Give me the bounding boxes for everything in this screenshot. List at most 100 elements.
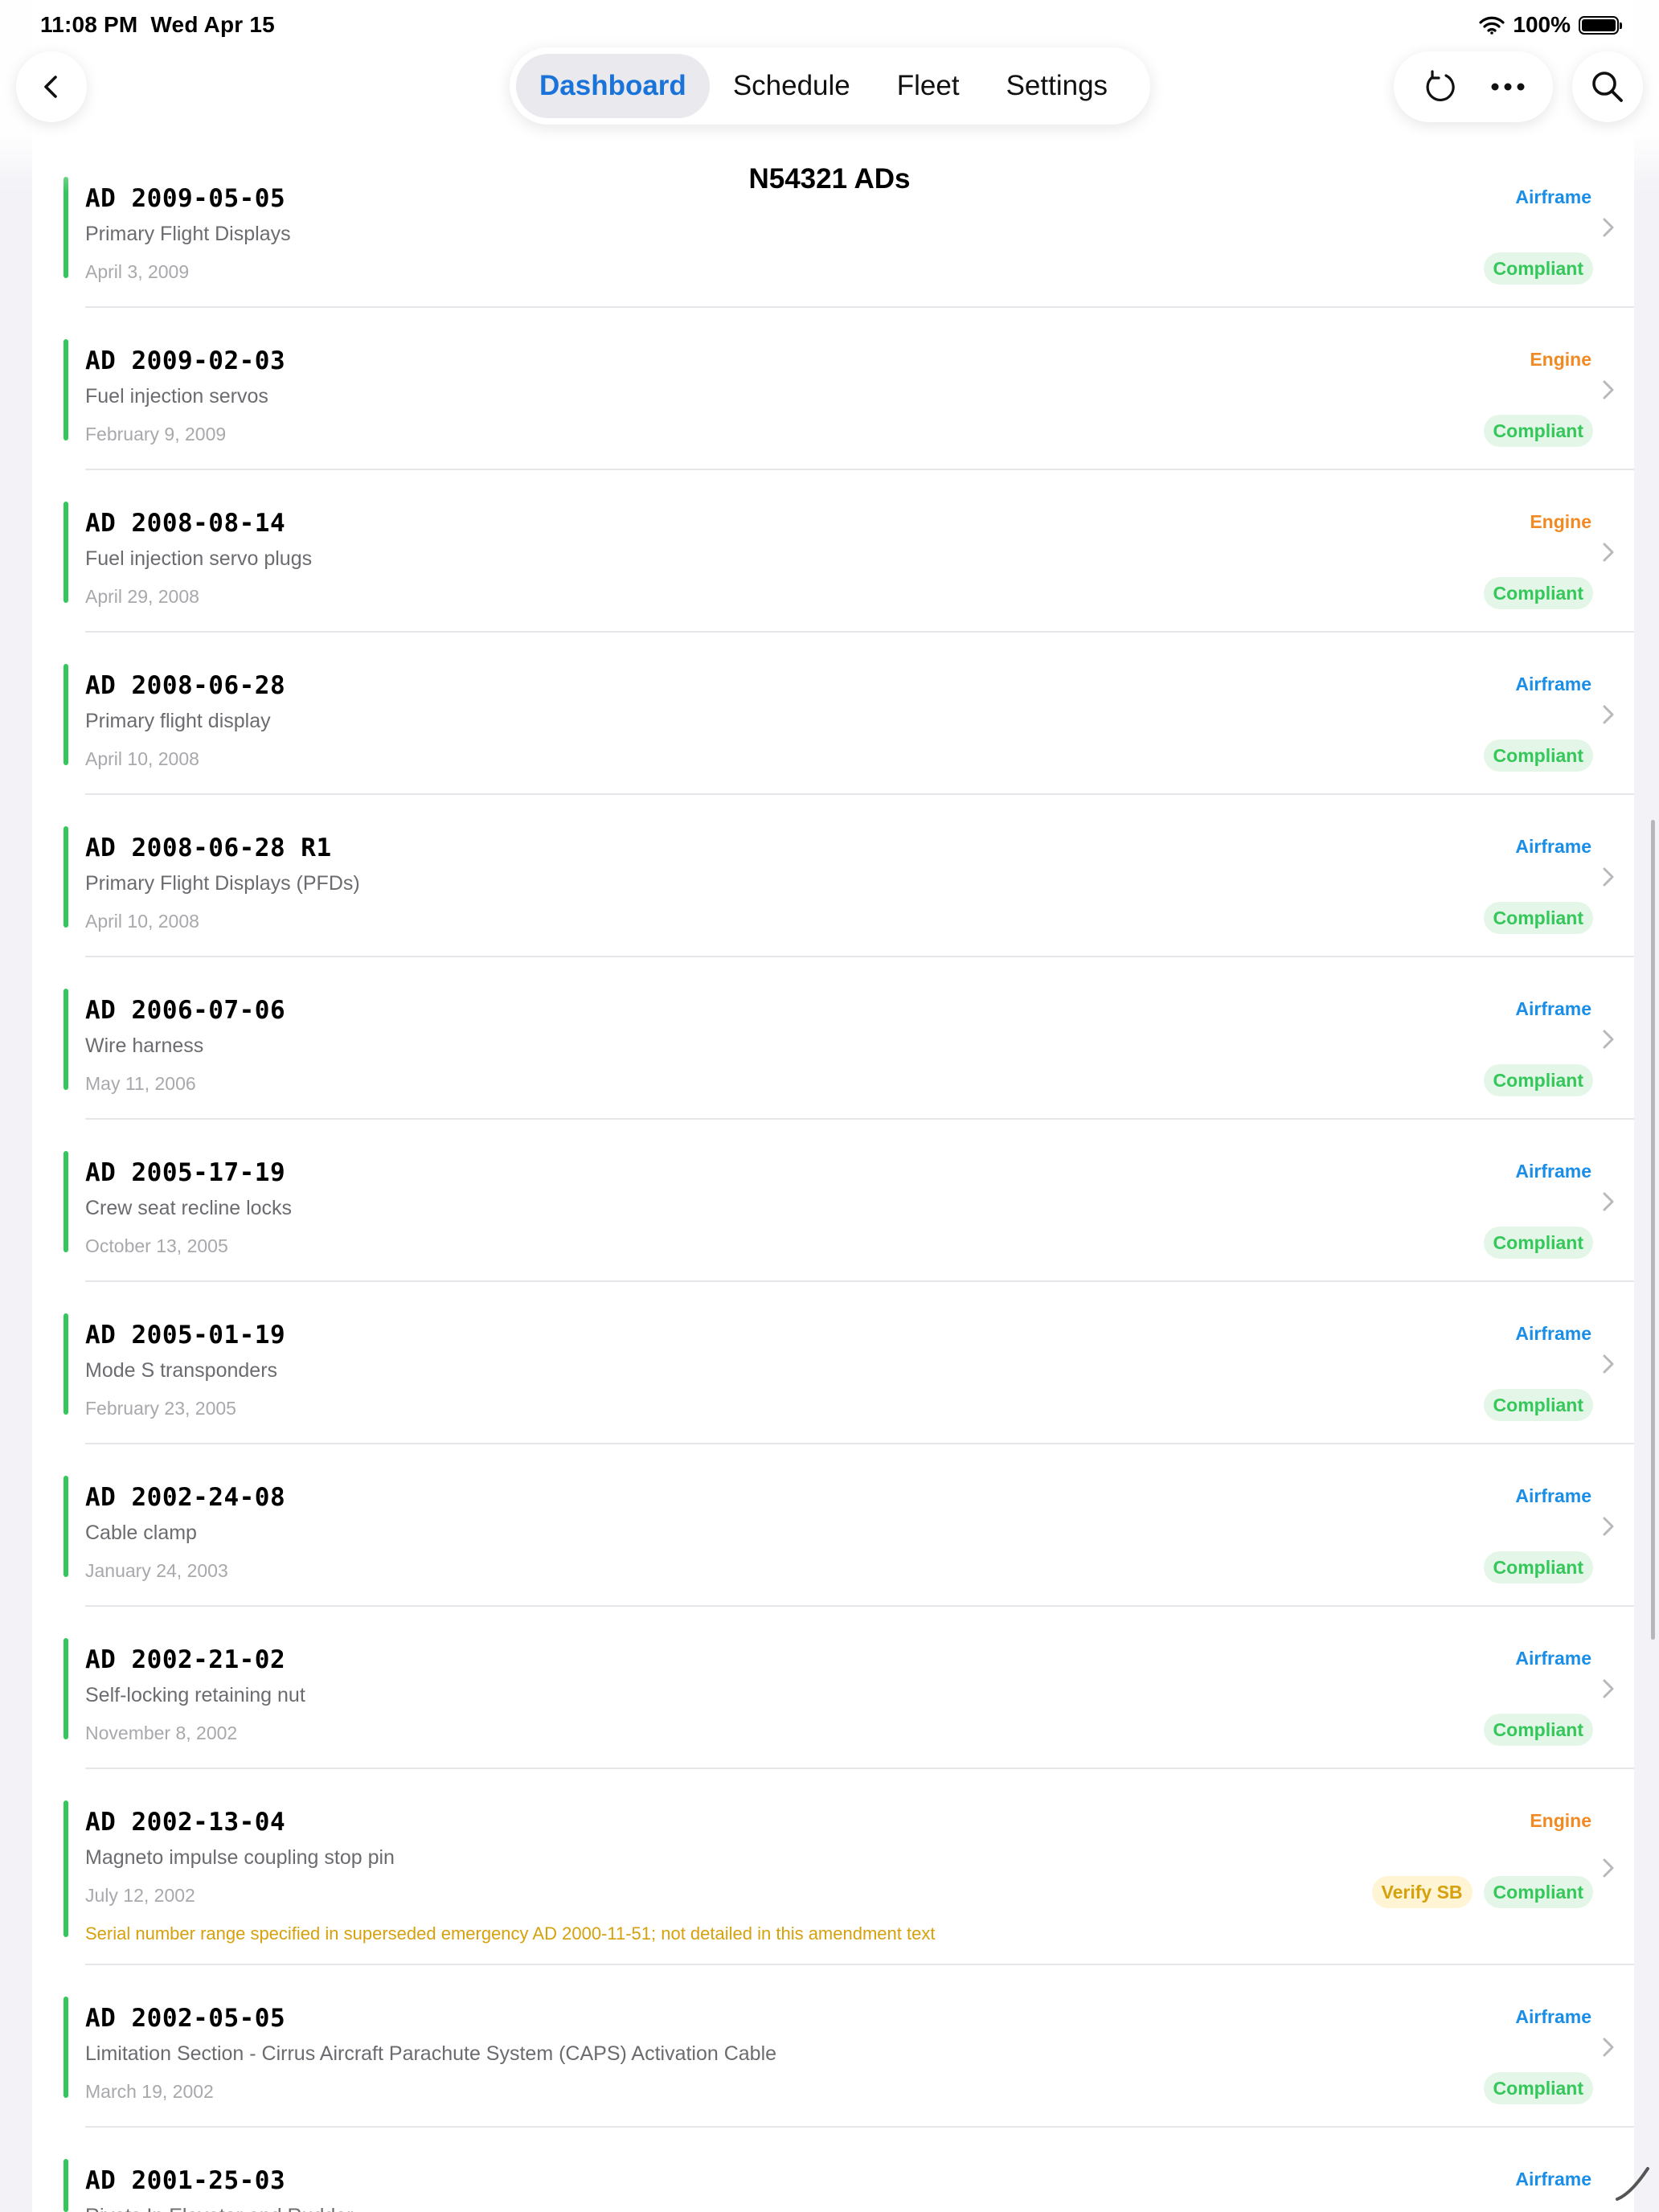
category-label: Engine [1530, 1810, 1591, 1831]
chevron-right-icon [1603, 218, 1614, 237]
more-button[interactable] [1484, 63, 1532, 111]
chevron-right-icon [1603, 1030, 1614, 1049]
compliance-indicator [63, 1151, 68, 1252]
chevron-right-icon [1603, 1679, 1614, 1698]
row-divider [85, 631, 1634, 633]
ad-description: Primary Flight Displays (PFDs) [85, 872, 360, 895]
status-badge: Compliant [1483, 577, 1593, 609]
row-divider [85, 469, 1634, 470]
ad-number: AD 2002-05-05 [85, 2004, 286, 2033]
row-divider [85, 1118, 1634, 1120]
status-badges: Compliant [1483, 2072, 1593, 2104]
battery-percent: 100% [1513, 12, 1571, 37]
ad-number: AD 2001-25-03 [85, 2166, 286, 2195]
tab-dashboard[interactable]: Dashboard [516, 54, 710, 118]
refresh-button[interactable] [1415, 63, 1464, 111]
scrollbar[interactable] [1651, 820, 1655, 1640]
chevron-right-icon [1603, 1858, 1614, 1878]
ad-number: AD 2006-07-06 [85, 996, 286, 1025]
status-badge: Compliant [1483, 252, 1593, 285]
chevron-right-icon [1603, 1354, 1614, 1374]
row-divider [85, 1443, 1634, 1444]
status-right: 100% [1479, 12, 1622, 38]
status-badge: Compliant [1483, 1389, 1593, 1421]
ad-number: AD 2009-02-03 [85, 346, 286, 375]
status-badge: Compliant [1483, 739, 1593, 772]
ad-date: July 12, 2002 [85, 1885, 195, 1906]
ad-number: AD 2005-17-19 [85, 1158, 286, 1187]
status-badge: Compliant [1483, 1227, 1593, 1259]
back-button[interactable] [16, 51, 87, 122]
row-divider [85, 1964, 1634, 1965]
ad-row[interactable]: AD 2008-06-28 Primary flight display Apr… [32, 664, 1634, 772]
compliance-indicator [63, 1313, 68, 1415]
ad-number: AD 2005-01-19 [85, 1321, 286, 1350]
ad-row[interactable]: AD 2008-06-28 R1 Primary Flight Displays… [32, 826, 1634, 934]
ad-description: Fuel injection servos [85, 385, 268, 408]
ad-row[interactable]: AD 2005-01-19 Mode S transponders Februa… [32, 1313, 1634, 1421]
ad-number: AD 2002-21-02 [85, 1645, 286, 1674]
verify-sb-badge: Verify SB [1371, 1876, 1473, 1908]
wifi-icon [1479, 16, 1505, 35]
page-title: N54321 ADs [748, 163, 911, 195]
tab-fleet[interactable]: Fleet [874, 54, 983, 118]
ad-number: AD 2008-06-28 R1 [85, 834, 332, 862]
status-badges: Compliant [1483, 252, 1593, 285]
ad-row[interactable]: AD 2002-13-04 Magneto impulse coupling s… [32, 1800, 1634, 1944]
battery-icon [1579, 15, 1622, 35]
category-label: Airframe [1515, 674, 1591, 694]
ad-number: AD 2008-06-28 [85, 671, 286, 700]
ad-row[interactable]: AD 2008-08-14 Fuel injection servo plugs… [32, 502, 1634, 609]
ad-description: Rivets In Elevator and Rudder [85, 2205, 354, 2212]
row-divider [85, 793, 1634, 795]
pencil-scribble-icon[interactable] [1612, 2164, 1653, 2204]
row-divider [85, 1280, 1634, 1282]
ad-description: Cable clamp [85, 1522, 197, 1544]
status-badge: Compliant [1483, 1714, 1593, 1746]
ad-row[interactable]: AD 2001-25-03 Rivets In Elevator and Rud… [32, 2159, 1634, 2212]
status-badges: Compliant [1483, 1551, 1593, 1583]
ad-description: Crew seat recline locks [85, 1197, 293, 1219]
ad-row[interactable]: AD 2005-17-19 Crew seat recline locks Oc… [32, 1151, 1634, 1259]
ad-number: AD 2002-24-08 [85, 1483, 286, 1512]
compliance-indicator [63, 1638, 68, 1739]
compliance-indicator [63, 1476, 68, 1577]
status-badge: Compliant [1483, 1064, 1593, 1096]
ad-date: May 11, 2006 [85, 1073, 196, 1094]
search-button[interactable] [1572, 51, 1643, 122]
compliance-indicator [63, 664, 68, 765]
ad-date: February 23, 2005 [85, 1398, 236, 1419]
ad-date: March 19, 2002 [85, 2081, 214, 2102]
tab-schedule[interactable]: Schedule [710, 54, 874, 118]
ad-description: Primary Flight Displays [85, 223, 291, 245]
ad-row[interactable]: AD 2002-24-08 Cable clamp January 24, 20… [32, 1476, 1634, 1583]
status-bar: 11:08 PM Wed Apr 15 100% [0, 0, 1659, 51]
status-badge: Compliant [1483, 1876, 1593, 1908]
ad-description: Self-locking retaining nut [85, 1684, 305, 1706]
status-badges: Compliant [1483, 1714, 1593, 1746]
ad-row[interactable]: AD 2006-07-06 Wire harness May 11, 2006 … [32, 989, 1634, 1096]
category-label: Engine [1530, 511, 1591, 532]
status-badge: Compliant [1483, 2072, 1593, 2104]
row-divider [85, 2126, 1634, 2128]
status-badge: Compliant [1483, 902, 1593, 934]
ad-list[interactable]: AD 2009-05-05 Primary Flight Displays Ap… [32, 0, 1634, 2212]
action-group [1394, 51, 1553, 122]
ad-date: April 29, 2008 [85, 586, 199, 607]
tab-settings[interactable]: Settings [983, 54, 1131, 118]
category-label: Airframe [1515, 2169, 1591, 2189]
ad-note: Serial number range specified in superse… [85, 1923, 936, 1944]
compliance-indicator [63, 826, 68, 928]
ad-date: November 8, 2002 [85, 1722, 238, 1743]
ad-description: Wire harness [85, 1034, 204, 1057]
ad-row[interactable]: AD 2009-02-03 Fuel injection servos Febr… [32, 339, 1634, 447]
category-label: Airframe [1515, 2006, 1591, 2027]
status-badge: Compliant [1483, 1551, 1593, 1583]
chevron-right-icon [1603, 2038, 1614, 2057]
category-label: Airframe [1515, 1323, 1591, 1344]
refresh-icon [1426, 70, 1455, 102]
row-divider [85, 1768, 1634, 1769]
category-label: Airframe [1515, 1648, 1591, 1669]
ad-row[interactable]: AD 2002-21-02 Self-locking retaining nut… [32, 1638, 1634, 1746]
ad-row[interactable]: AD 2002-05-05 Limitation Section - Cirru… [32, 1997, 1634, 2104]
